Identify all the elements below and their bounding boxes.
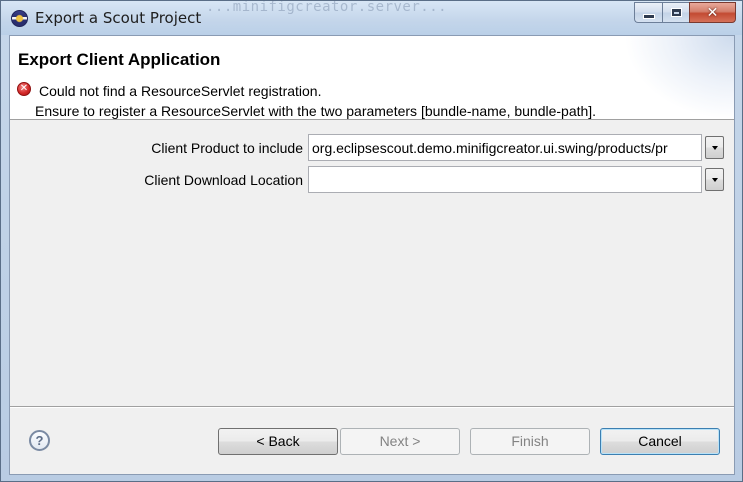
window-title: Export a Scout Project [35, 9, 202, 27]
download-location-dropdown-button[interactable] [705, 168, 724, 191]
next-button[interactable]: Next > [340, 428, 460, 455]
finish-button[interactable]: Finish [470, 428, 590, 455]
help-icon[interactable]: ? [29, 430, 50, 451]
chevron-down-icon [711, 177, 718, 182]
download-location-row: Client Download Location [10, 166, 734, 194]
maximize-button[interactable] [662, 2, 689, 23]
error-icon: ✕ [17, 82, 31, 96]
client-product-dropdown-button[interactable] [705, 136, 724, 159]
wizard-header: Export Client Application ✕ Could not fi… [10, 36, 734, 120]
client-product-row: Client Product to include org.eclipsesco… [10, 134, 734, 162]
background-window-text: ...minifigcreator.server... [206, 0, 448, 15]
client-product-combo[interactable]: org.eclipsescout.demo.minifigcreator.ui.… [308, 134, 702, 161]
dialog-body: Export Client Application ✕ Could not fi… [9, 35, 735, 475]
download-location-label: Client Download Location [144, 172, 303, 188]
error-detail: Ensure to register a ResourceServlet wit… [35, 103, 597, 119]
footer-divider-highlight [10, 407, 734, 408]
client-product-label: Client Product to include [151, 140, 303, 156]
chevron-down-icon [711, 145, 718, 150]
page-title: Export Client Application [18, 50, 221, 69]
cancel-button[interactable]: Cancel [600, 428, 720, 455]
close-button[interactable]: ✕ [689, 2, 736, 23]
header-decoration [624, 36, 734, 120]
error-message: Could not find a ResourceServlet registr… [39, 83, 322, 99]
minimize-button[interactable] [634, 2, 662, 23]
minimize-icon [642, 14, 655, 19]
back-button[interactable]: < Back [218, 428, 338, 455]
dialog-window: ...minifigcreator.server... Export a Sco… [0, 0, 743, 482]
title-bar[interactable]: ...minifigcreator.server... Export a Sco… [1, 0, 742, 35]
close-icon: ✕ [706, 4, 719, 20]
window-controls: ✕ [634, 2, 736, 23]
maximize-icon [671, 9, 681, 16]
download-location-combo[interactable] [308, 166, 702, 193]
eclipse-icon [11, 10, 28, 27]
